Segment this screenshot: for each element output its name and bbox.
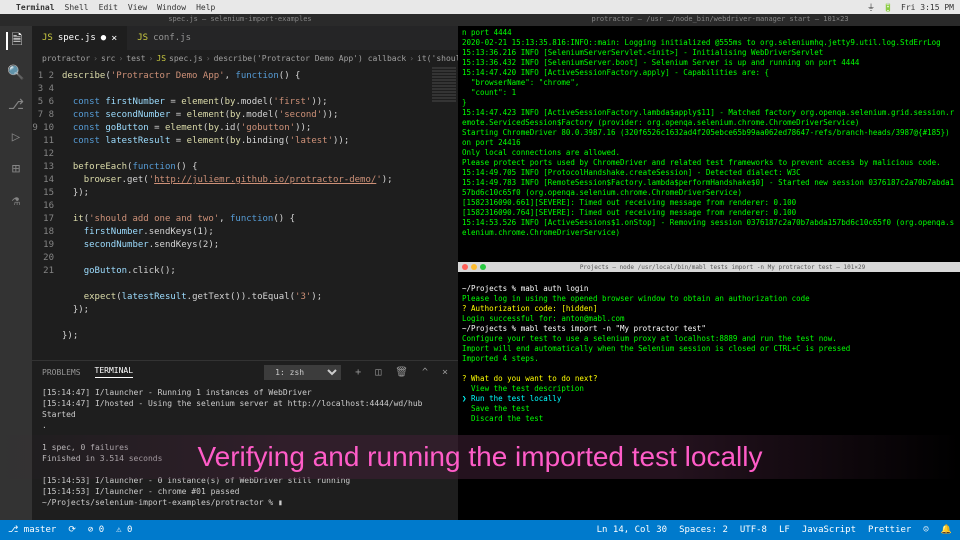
panel-tab-terminal[interactable]: TERMINAL xyxy=(95,366,134,378)
sync-icon[interactable]: ⟳ xyxy=(68,525,76,535)
terminal-selector[interactable]: 1: zsh xyxy=(264,365,341,380)
breadcrumb[interactable]: protractor› src› test› JS spec.js› descr… xyxy=(32,50,458,66)
branch-indicator[interactable]: ⎇ master xyxy=(8,525,56,535)
encoding[interactable]: UTF-8 xyxy=(740,525,767,535)
activity-bar: 🗎 🔍 ⎇ ▷ ⊞ ⚗ xyxy=(0,26,32,520)
close-window-icon[interactable] xyxy=(462,264,468,270)
language-mode[interactable]: JavaScript xyxy=(802,525,856,535)
split-terminal-icon[interactable]: ◫ xyxy=(375,367,381,378)
menu-help[interactable]: Help xyxy=(196,3,215,12)
tab-spec[interactable]: JS spec.js ● × xyxy=(32,26,127,50)
formatter[interactable]: Prettier xyxy=(868,525,911,535)
terminal-output[interactable]: [15:14:47] I/launcher - Running 1 instan… xyxy=(32,383,458,520)
js-file-icon: JS xyxy=(42,33,53,43)
webdriver-terminal[interactable]: n port 4444 2020-02-21 15:13:35.816:INFO… xyxy=(458,26,960,262)
indent-setting[interactable]: Spaces: 2 xyxy=(679,525,728,535)
window-title-row: spec.js — selenium-import-examples protr… xyxy=(0,14,960,26)
line-gutter: 1 2 3 4 5 6 7 8 9 10 11 12 13 14 15 16 1… xyxy=(32,66,62,360)
bottom-panel: PROBLEMS TERMINAL 1: zsh + ◫ 🗑 ^ × [15:1… xyxy=(32,360,458,520)
kill-terminal-icon[interactable]: 🗑 xyxy=(395,367,408,378)
eol[interactable]: LF xyxy=(779,525,790,535)
source-control-icon[interactable]: ⎇ xyxy=(7,96,25,114)
tab-label: conf.js xyxy=(153,33,191,43)
close-icon[interactable]: × xyxy=(111,33,117,44)
new-terminal-icon[interactable]: + xyxy=(355,367,361,378)
right-terminals: n port 4444 2020-02-21 15:13:35.816:INFO… xyxy=(458,26,960,520)
menu-edit[interactable]: Edit xyxy=(99,3,118,12)
editor-tabs: JS spec.js ● × JS conf.js xyxy=(32,26,458,50)
dirty-icon: ● xyxy=(101,33,106,43)
debug-icon[interactable]: ▷ xyxy=(7,128,25,146)
menu-view[interactable]: View xyxy=(128,3,147,12)
clock[interactable]: Fri 3:15 PM xyxy=(901,3,954,12)
close-panel-icon[interactable]: × xyxy=(442,367,448,378)
cursor-position[interactable]: Ln 14, Col 30 xyxy=(597,525,667,535)
terminal-titlebar[interactable]: Projects — node /usr/local/bin/mabl test… xyxy=(458,262,960,272)
status-bar: ⎇ master ⟳ ⊘ 0 ⚠ 0 Ln 14, Col 30 Spaces:… xyxy=(0,520,960,540)
terminal-title: Projects — node /usr/local/bin/mabl test… xyxy=(580,264,865,271)
menu-window[interactable]: Window xyxy=(157,3,186,12)
left-window-title: spec.js — selenium-import-examples xyxy=(0,14,480,26)
feedback-icon[interactable]: ☺ xyxy=(923,525,928,535)
tab-label: spec.js xyxy=(58,33,96,43)
wifi-icon[interactable]: ⏚ xyxy=(867,2,875,13)
errors-count[interactable]: ⊘ 0 xyxy=(88,525,104,535)
app-name[interactable]: Terminal xyxy=(16,3,55,12)
macos-menubar: Terminal Shell Edit View Window Help ⏚ 🔋… xyxy=(0,0,960,14)
extensions-icon[interactable]: ⊞ xyxy=(7,160,25,178)
minimize-window-icon[interactable] xyxy=(471,264,477,270)
zoom-window-icon[interactable] xyxy=(480,264,486,270)
explorer-icon[interactable]: 🗎 xyxy=(6,32,24,50)
maximize-panel-icon[interactable]: ^ xyxy=(422,367,428,378)
js-file-icon: JS xyxy=(137,33,148,43)
minimap[interactable] xyxy=(430,66,458,360)
editor-group: JS spec.js ● × JS conf.js protractor› sr… xyxy=(32,26,458,520)
battery-icon[interactable]: 🔋 xyxy=(883,3,893,12)
notifications-icon[interactable]: 🔔 xyxy=(941,525,952,535)
right-window-title: protractor — /usr …/node_bin/webdriver-m… xyxy=(480,14,960,26)
mabl-terminal[interactable]: ~/Projects % mabl auth login Please log … xyxy=(458,272,960,520)
code-editor[interactable]: describe('Protractor Demo App', function… xyxy=(62,66,430,360)
menu-shell[interactable]: Shell xyxy=(65,3,89,12)
panel-tab-problems[interactable]: PROBLEMS xyxy=(42,368,81,377)
test-icon[interactable]: ⚗ xyxy=(7,192,25,210)
search-icon[interactable]: 🔍 xyxy=(7,64,25,82)
warnings-count[interactable]: ⚠ 0 xyxy=(116,525,132,535)
tab-conf[interactable]: JS conf.js xyxy=(127,26,201,50)
